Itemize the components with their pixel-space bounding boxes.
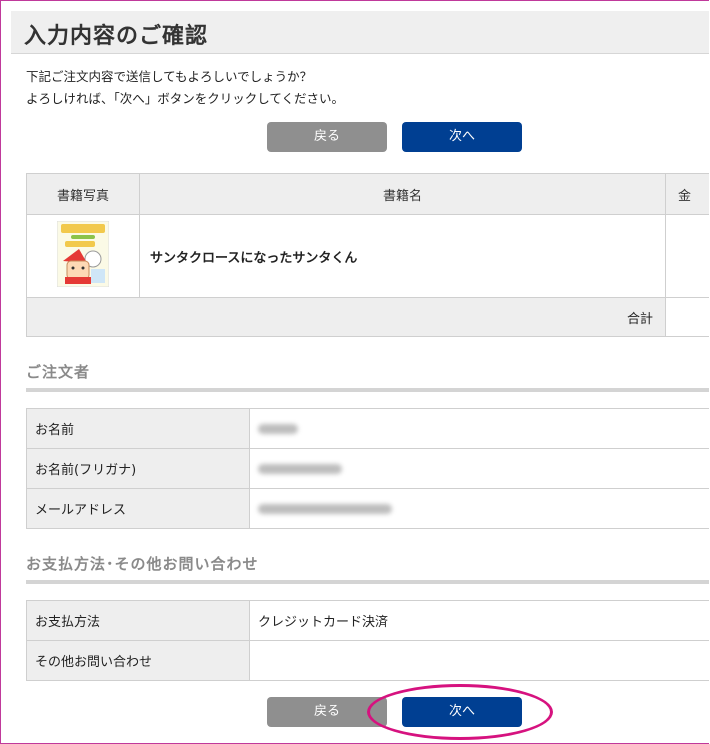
book-price-cell xyxy=(665,214,709,298)
name-value xyxy=(249,408,709,449)
total-label: 合計 xyxy=(26,297,666,337)
name-label: お名前 xyxy=(26,408,250,449)
email-value xyxy=(249,488,709,529)
other-inquiry-label: その他お問い合わせ xyxy=(26,640,250,681)
payment-method-label: お支払方法 xyxy=(26,600,250,641)
email-label: メールアドレス xyxy=(26,488,250,529)
table-row: お名前(フリガナ) xyxy=(26,448,709,489)
redacted-furigana xyxy=(258,463,342,474)
header-book-photo: 書籍写真 xyxy=(26,173,140,215)
table-row: その他お問い合わせ xyxy=(26,640,709,681)
title-bar: 入力内容のご確認 xyxy=(11,11,709,54)
orderer-table: お名前 お名前(フリガナ) メールアドレス xyxy=(26,408,709,529)
payment-section-title: お支払方法･その他お問い合わせ xyxy=(26,555,259,573)
back-button-bottom[interactable]: 戻る xyxy=(267,697,387,727)
table-row: メールアドレス xyxy=(26,488,709,529)
book-title: サンタクロースになったサンタくん xyxy=(139,214,666,298)
book-cover-image xyxy=(56,220,110,288)
orderer-section-rule xyxy=(26,388,709,392)
intro-line-2: よろしければ、「次へ」ボタンをクリックしてください。 xyxy=(26,91,345,106)
payment-method-value: クレジットカード決済 xyxy=(249,600,709,641)
books-table: 書籍写真 書籍名 金 サンタクロースになったサンタくん 合計 xyxy=(26,173,709,337)
page-frame: 入力内容のご確認 下記ご注文内容で送信してもよろしいでしょうか？ よろしければ、… xyxy=(0,0,709,744)
book-photo-cell xyxy=(26,214,140,298)
furigana-value xyxy=(249,448,709,489)
header-price: 金 xyxy=(665,173,709,215)
total-row: 合計 xyxy=(26,297,709,337)
payment-section-rule xyxy=(26,580,709,584)
redacted-name xyxy=(258,423,298,434)
header-book-name: 書籍名 xyxy=(139,173,666,215)
table-row: お支払方法 クレジットカード決済 xyxy=(26,600,709,641)
intro-line-1: 下記ご注文内容で送信してもよろしいでしょうか？ xyxy=(26,69,313,84)
payment-table: お支払方法 クレジットカード決済 その他お問い合わせ xyxy=(26,600,709,681)
total-value-cell xyxy=(665,297,709,337)
table-row: お名前 xyxy=(26,408,709,449)
next-button-top[interactable]: 次へ xyxy=(402,122,522,152)
table-row: サンタクロースになったサンタくん xyxy=(26,214,709,298)
books-table-header: 書籍写真 書籍名 金 xyxy=(26,173,709,215)
next-button-bottom[interactable]: 次へ xyxy=(402,697,522,727)
furigana-label: お名前(フリガナ) xyxy=(26,448,250,489)
redacted-email xyxy=(258,503,392,514)
intro-text: 下記ご注文内容で送信してもよろしいでしょうか？ よろしければ、「次へ」ボタンをク… xyxy=(26,66,344,110)
orderer-section-title: ご注文者 xyxy=(26,363,91,381)
back-button-top[interactable]: 戻る xyxy=(267,122,387,152)
other-inquiry-value xyxy=(249,640,709,681)
page-title: 入力内容のご確認 xyxy=(24,24,209,49)
